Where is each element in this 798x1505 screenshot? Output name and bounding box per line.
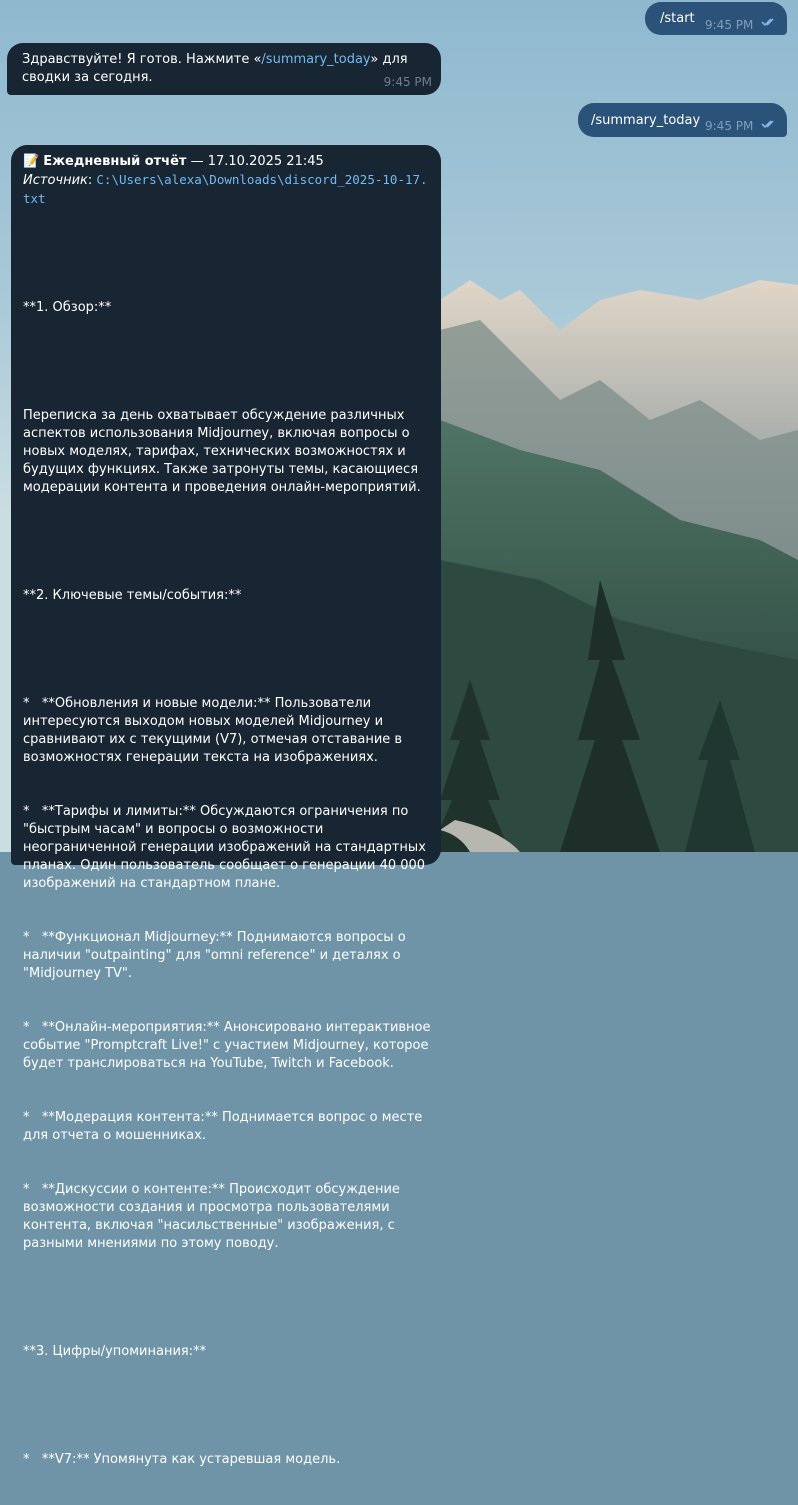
report-line: * **Обновления и новые модели:** Пользов… (23, 696, 407, 765)
outgoing-message-summary-command[interactable]: /summary_today 9:45 PM (578, 103, 787, 137)
report-line: **2. Ключевые темы/события:** (23, 588, 242, 603)
incoming-message-daily-report[interactable]: 📝 Ежедневный отчёт — 17.10.2025 21:45 Ист… (11, 145, 441, 1467)
report-line: * **Функционал Midjourney:** Поднимаются… (23, 930, 410, 981)
read-checkmarks-icon (761, 120, 774, 129)
report-line: **1. Обзор:** (23, 300, 112, 315)
message-text: /start (660, 11, 695, 26)
report-line: ​ (23, 1289, 431, 1307)
report-line: ​ (23, 353, 431, 371)
outgoing-message-start[interactable]: /start 9:45 PM (645, 2, 787, 35)
report-body: ​ **1. Обзор:** ​ Переписка за день охва… (23, 209, 431, 1505)
report-line: * **Онлайн-мероприятия:** Анонсировано и… (23, 1020, 435, 1071)
report-line: Переписка за день охватывает обсуждение … (23, 408, 423, 495)
message-text: Здравствуйте! Я готов. Нажмите «/summary… (22, 52, 408, 85)
report-line: ​ (23, 245, 431, 263)
read-checkmarks-icon (761, 18, 774, 27)
command-link[interactable]: /summary_today (261, 52, 370, 67)
report-line: * **Модерация контента:** Поднимается во… (23, 1110, 427, 1143)
report-header: 📝 Ежедневный отчёт — 17.10.2025 21:45 (23, 153, 431, 171)
memo-emoji-icon: 📝 (23, 154, 40, 169)
report-line: ​ (23, 533, 431, 551)
message-text: /summary_today (591, 113, 701, 128)
report-line: * **Дискуссии о контенте:** Происходит о… (23, 1182, 405, 1251)
incoming-message-greeting[interactable]: Здравствуйте! Я готов. Нажмите «/summary… (7, 43, 441, 95)
report-source: Источник: C:\Users\alexa\Downloads\disco… (23, 172, 428, 206)
message-time: 9:45 PM (705, 119, 754, 133)
message-time: 9:45 PM (383, 75, 432, 89)
report-title: Ежедневный отчёт (43, 154, 187, 169)
report-line: **3. Цифры/упоминания:** (23, 1344, 207, 1359)
report-line: ​ (23, 641, 431, 659)
report-line: * **Тарифы и лимиты:** Обсуждаются огран… (23, 804, 431, 891)
report-date: — 17.10.2025 21:45 (186, 154, 324, 169)
report-line: ​ (23, 1397, 431, 1415)
report-line: * **V7:** Упомянута как устаревшая модел… (23, 1452, 341, 1467)
message-time: 9:45 PM (705, 18, 754, 32)
